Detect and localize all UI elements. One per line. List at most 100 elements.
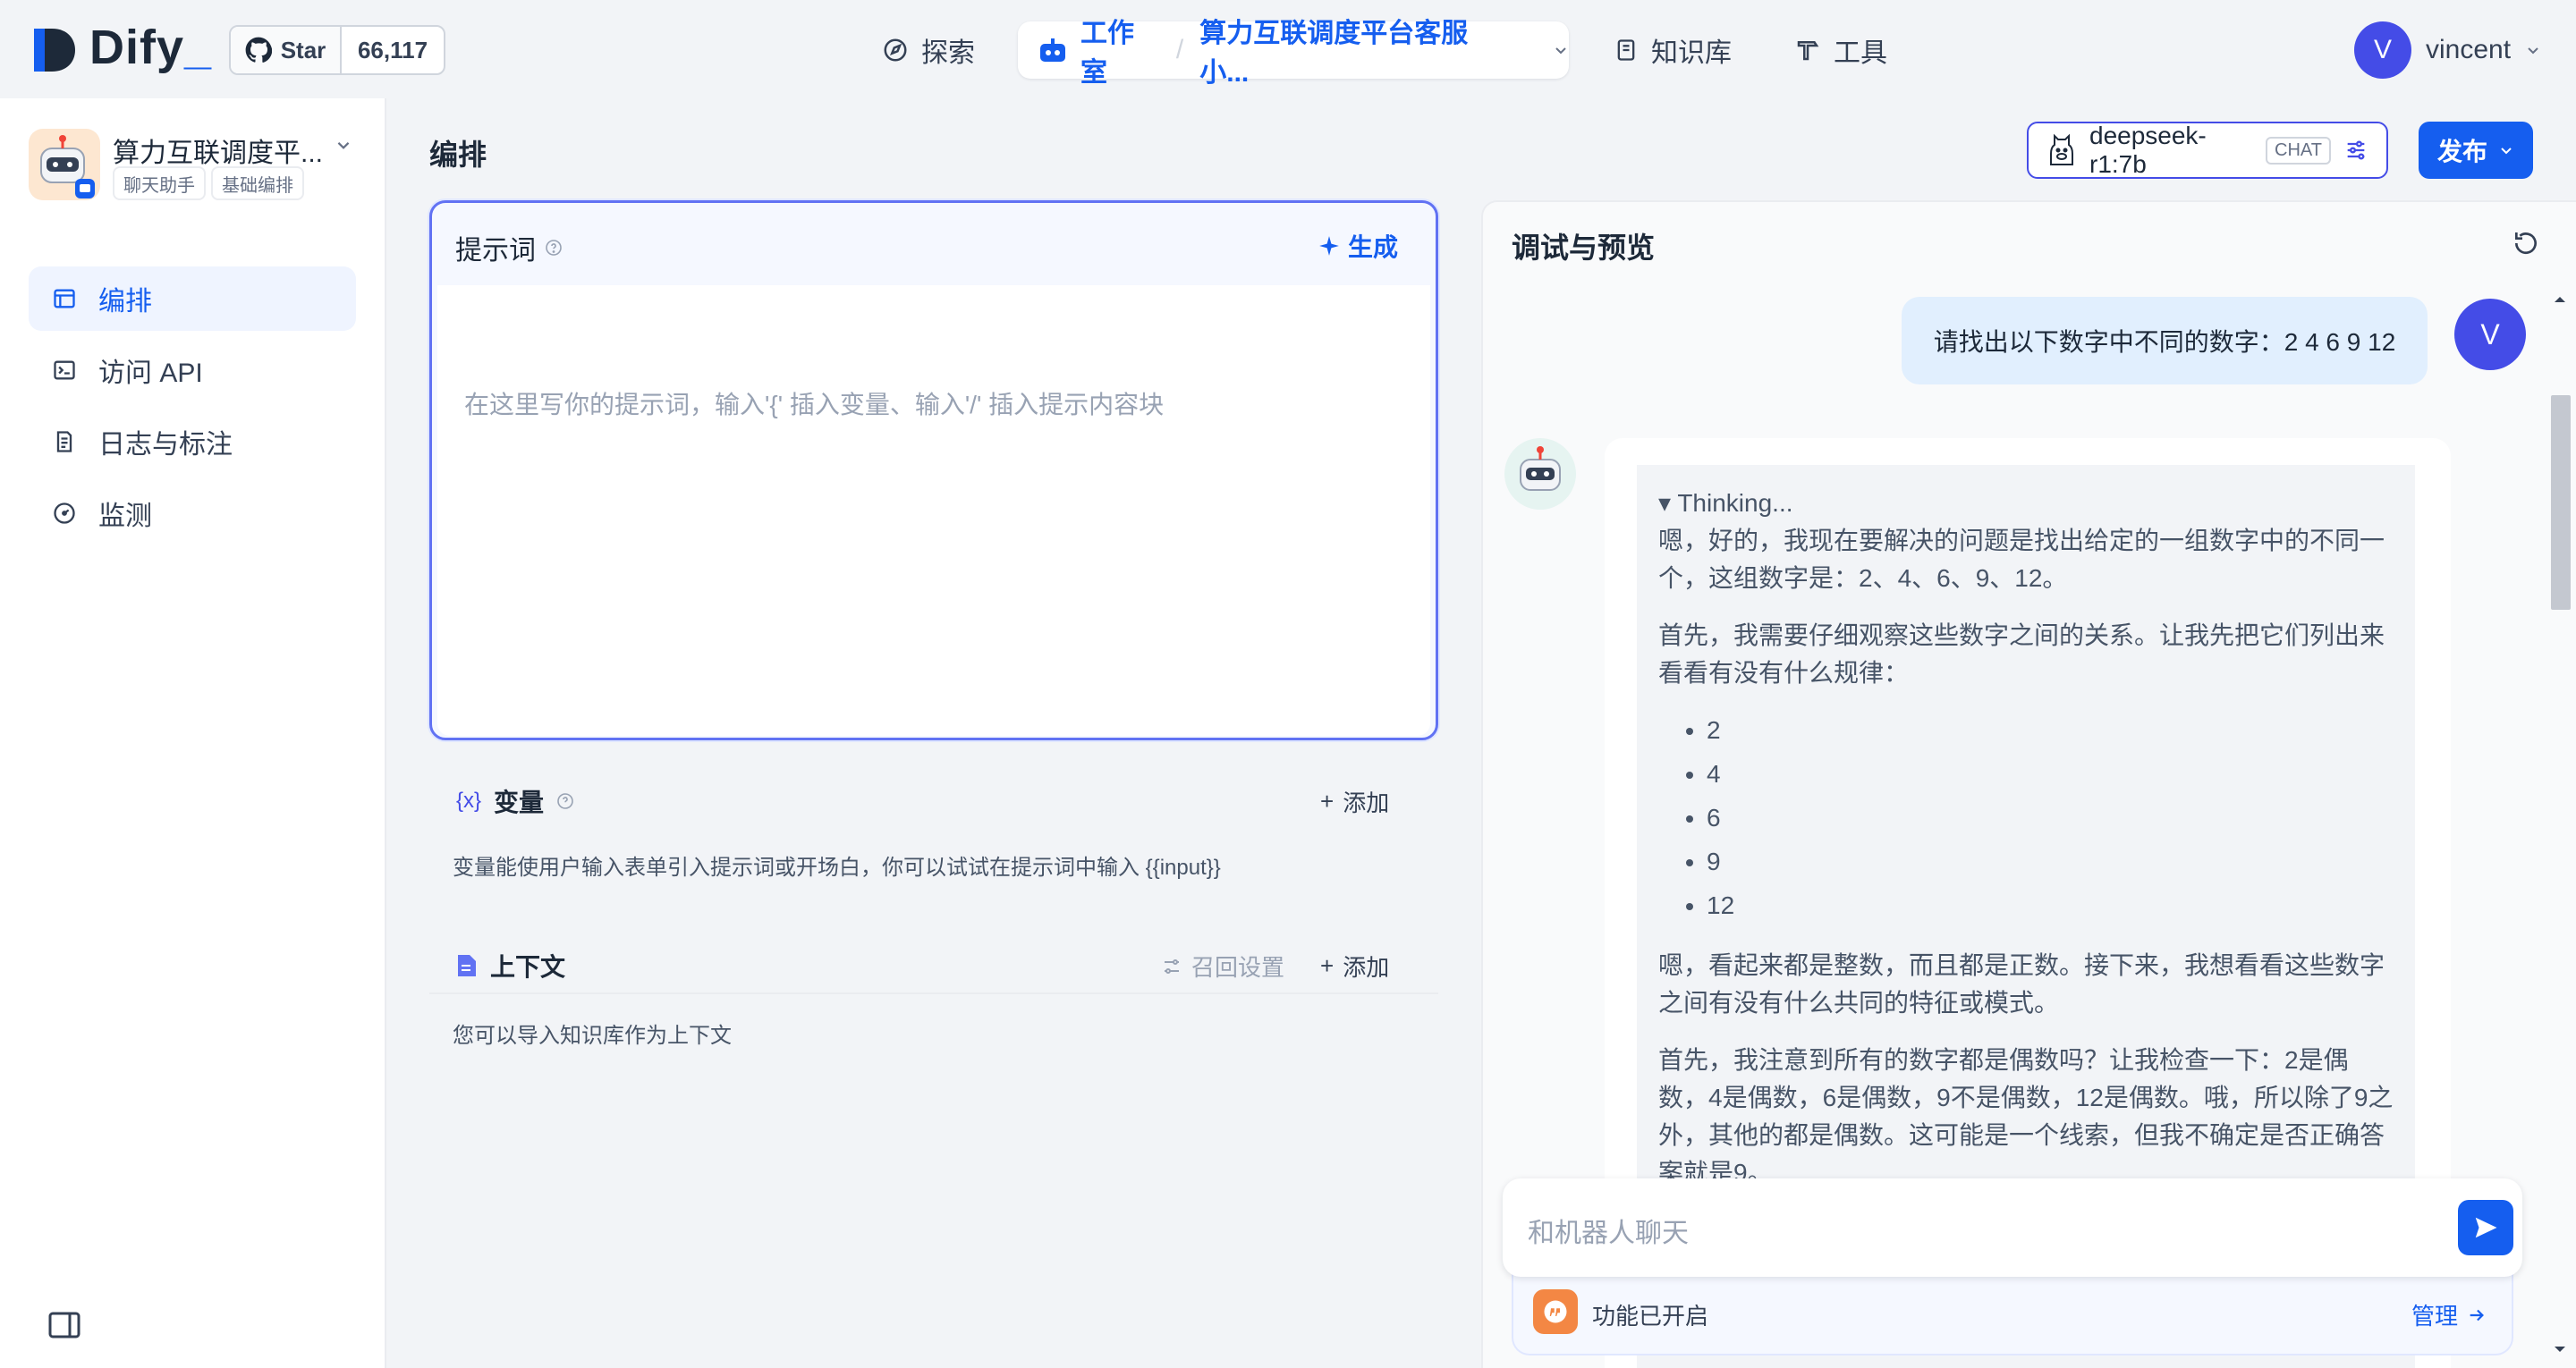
- variables-title: {x} 变量: [456, 783, 574, 819]
- variable-icon: {x}: [456, 789, 482, 813]
- nav-knowledge[interactable]: 知识库: [1614, 25, 1732, 75]
- refresh-icon[interactable]: [2512, 229, 2540, 258]
- context-title-text: 上下文: [490, 953, 566, 981]
- nav-tools[interactable]: 工具: [1794, 25, 1887, 75]
- app-type-tag: 聊天助手: [113, 166, 206, 200]
- prompt-textarea[interactable]: 在这里写你的提示词，输入'{' 插入变量、输入'/' 插入提示内容块 0: [437, 285, 1430, 736]
- compass-icon: [882, 37, 909, 63]
- nav-tools-label: 工具: [1834, 38, 1887, 68]
- arrow-right-icon: [2467, 1305, 2487, 1325]
- help-icon[interactable]: [556, 792, 574, 810]
- sidebar-item-orchestrate[interactable]: 编排: [29, 266, 356, 331]
- github-star-widget[interactable]: Star 66,117: [229, 25, 445, 75]
- thinking-paragraph: 嗯，看起来都是整数，而且都是正数。接下来，我想看看这些数字之间有没有什么共同的特…: [1658, 951, 2385, 1017]
- publish-button[interactable]: 发布: [2419, 122, 2533, 179]
- prompt-label-text: 提示词: [455, 236, 536, 266]
- document-icon: [52, 429, 77, 454]
- collapse-sidebar-icon[interactable]: [48, 1311, 80, 1339]
- github-star-button[interactable]: Star: [231, 27, 342, 73]
- thinking-paragraph: 首先，我需要仔细观察这些数字之间的关系。让我先把它们列出来看看有没有什么规律：: [1658, 621, 2385, 687]
- model-selector[interactable]: deepseek-r1:7b CHAT: [2027, 122, 2388, 179]
- llama-icon: [2046, 132, 2077, 168]
- recall-label: 召回设置: [1191, 954, 1285, 981]
- thinking-paragraph: 嗯，好的，我现在要解决的问题是找出给定的一组数字中的不同一个，这组数字是：2、4…: [1658, 527, 2385, 592]
- nav-knowledge-label: 知识库: [1651, 38, 1732, 68]
- dify-logo-text[interactable]: Dify_: [89, 20, 212, 75]
- prompt-label: 提示词: [455, 228, 563, 267]
- variables-panel: {x} 变量 + 添加 变量能使用户输入表单引入提示词或开场白，你可以试试在提示…: [429, 756, 1438, 905]
- debug-preview-panel: 调试与预览 请找出以下数字中不同的数字：2 4 6 9 12 V ▾ Think…: [1481, 200, 2576, 1368]
- github-icon: [245, 37, 272, 63]
- sparkle-icon: [1318, 234, 1341, 258]
- user-avatar: V: [2454, 299, 2526, 370]
- context-description: 您可以导入知识库作为上下文: [453, 1024, 732, 1048]
- settings-sliders-icon[interactable]: [2343, 138, 2368, 163]
- help-icon[interactable]: [545, 239, 563, 257]
- terminal-icon: [52, 358, 77, 383]
- debug-title: 调试与预览: [1512, 232, 1656, 264]
- sidebar-item-label: 编排: [98, 287, 152, 317]
- github-star-count: 66,117: [357, 36, 428, 63]
- variables-description: 变量能使用户输入表单引入提示词或开场白，你可以试试在提示词中输入 {{input…: [453, 856, 1221, 880]
- send-button[interactable]: [2458, 1200, 2513, 1255]
- layout-icon: [52, 286, 77, 311]
- chat-placeholder: 和机器人聊天: [1528, 1219, 1689, 1248]
- app-name[interactable]: 算力互联调度平...: [113, 131, 323, 170]
- chevron-down-icon[interactable]: [335, 136, 352, 154]
- plus-icon: +: [1320, 952, 1335, 979]
- sidebar-item-api[interactable]: 访问 API: [29, 338, 356, 402]
- github-star-label: Star: [280, 36, 326, 63]
- quote-icon: [1533, 1289, 1578, 1334]
- user-message: 请找出以下数字中不同的数字：2 4 6 9 12: [1902, 297, 2428, 384]
- sidebar-item-monitor[interactable]: 监测: [29, 481, 356, 545]
- thinking-list: 2 4 6 9 12: [1707, 708, 2394, 927]
- chevron-down-icon: [2498, 142, 2514, 158]
- recall-settings-button[interactable]: 召回设置: [1161, 950, 1284, 983]
- features-enabled-text: 功能已开启: [1592, 1303, 1709, 1330]
- send-icon: [2472, 1214, 2499, 1241]
- manage-label: 管理: [2411, 1303, 2459, 1330]
- generate-button[interactable]: 生成: [1318, 228, 1398, 264]
- list-item: 2: [1707, 708, 2394, 752]
- generate-label: 生成: [1348, 233, 1399, 261]
- nav-studio[interactable]: 工作室 / 算力互联调度平台客服小...: [1018, 19, 1569, 88]
- scrollbar-thumb[interactable]: [2551, 395, 2571, 610]
- plus-icon: +: [1320, 788, 1335, 815]
- thinking-header[interactable]: ▾ Thinking...: [1658, 485, 2394, 522]
- chat-scrollbar[interactable]: [2547, 288, 2572, 1361]
- hammer-icon: [1794, 37, 1821, 63]
- add-label: 添加: [1343, 954, 1390, 981]
- dify-logo-icon[interactable]: [32, 27, 77, 73]
- variables-title-text: 变量: [494, 789, 545, 816]
- sidebar-item-label: 监测: [98, 502, 152, 531]
- list-item: 9: [1707, 840, 2394, 883]
- sidebar-item-logs[interactable]: 日志与标注: [29, 410, 356, 474]
- nav-explore-label: 探索: [921, 38, 975, 68]
- chevron-down-icon[interactable]: [1553, 42, 1569, 58]
- features-bar: 功能已开启 管理: [1512, 1271, 2513, 1355]
- chat-input[interactable]: 和机器人聊天: [1503, 1178, 2522, 1277]
- user-menu[interactable]: V vincent: [2354, 21, 2541, 79]
- context-panel: 上下文 召回设置 + 添加 您可以导入知识库作为上下文: [429, 921, 1438, 1073]
- nav-app-name[interactable]: 算力互联调度平台客服小...: [1199, 11, 1513, 89]
- model-mode-badge: CHAT: [2266, 136, 2331, 165]
- add-variable-button[interactable]: + 添加: [1320, 785, 1389, 818]
- page-title: 编排: [429, 139, 487, 171]
- nav-studio-label: 工作室: [1080, 19, 1134, 88]
- file-icon: [456, 953, 478, 978]
- divider: [429, 992, 1438, 994]
- bot-avatar-icon: [1504, 438, 1576, 510]
- nav-explore[interactable]: 探索: [882, 25, 975, 75]
- add-context-button[interactable]: + 添加: [1320, 950, 1389, 983]
- prompt-placeholder: 在这里写你的提示词，输入'{' 插入变量、输入'/' 插入提示内容块: [464, 391, 1165, 418]
- user-name: vincent: [2426, 35, 2512, 64]
- model-name: deepseek-r1:7b: [2089, 122, 2207, 178]
- manage-features-button[interactable]: 管理: [2411, 1298, 2487, 1331]
- book-icon: [1614, 37, 1639, 63]
- prompt-editor[interactable]: 提示词 生成 在这里写你的提示词，输入'{' 插入变量、输入'/' 插入提示内容…: [429, 200, 1438, 740]
- app-mode-tag: 基础编排: [211, 166, 304, 200]
- app-robot-icon: [29, 129, 100, 200]
- publish-label: 发布: [2436, 138, 2487, 165]
- list-item: 12: [1707, 883, 2394, 927]
- context-title: 上下文: [456, 948, 565, 984]
